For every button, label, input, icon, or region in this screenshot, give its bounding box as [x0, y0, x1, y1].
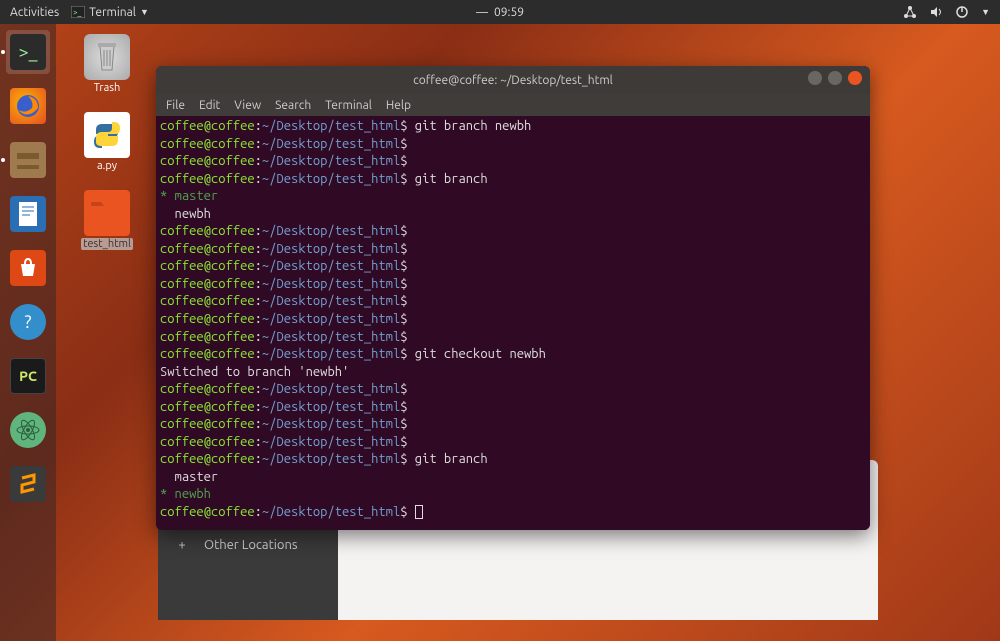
volume-icon[interactable]	[929, 5, 943, 19]
window-close-button[interactable]	[848, 71, 862, 85]
menu-view[interactable]: View	[234, 99, 261, 112]
terminal-line: coffee@coffee:~/Desktop/test_html$ git b…	[160, 451, 866, 469]
launcher-sublime[interactable]	[6, 462, 50, 506]
sidebar-item-other[interactable]: + Other Locations	[158, 530, 338, 560]
terminal-line: coffee@coffee:~/Desktop/test_html$	[160, 329, 866, 347]
terminal-line: coffee@coffee:~/Desktop/test_html$ git b…	[160, 118, 866, 136]
menu-edit[interactable]: Edit	[199, 99, 220, 112]
desktop-icons: Trash a.py test_html	[72, 34, 142, 250]
launcher-dock: >_ ? PC	[0, 24, 56, 641]
sublime-icon	[10, 466, 46, 502]
terminal-line: coffee@coffee:~/Desktop/test_html$	[160, 416, 866, 434]
menu-help[interactable]: Help	[386, 99, 411, 112]
terminal-line: coffee@coffee:~/Desktop/test_html$	[160, 434, 866, 452]
firefox-icon	[10, 88, 46, 124]
shopping-bag-icon	[10, 250, 46, 286]
desktop-icon-label: a.py	[95, 160, 119, 172]
terminal-menubar: File Edit View Search Terminal Help	[156, 94, 870, 116]
menu-search[interactable]: Search	[275, 99, 311, 112]
launcher-pycharm[interactable]: PC	[6, 354, 50, 398]
atom-icon	[10, 412, 46, 448]
chevron-down-icon: ▼	[140, 7, 149, 17]
terminal-icon: >_	[71, 6, 85, 18]
terminal-line: coffee@coffee:~/Desktop/test_html$	[160, 381, 866, 399]
activities-button[interactable]: Activities	[10, 6, 59, 19]
menu-terminal[interactable]: Terminal	[325, 99, 372, 112]
terminal-icon: >_	[10, 34, 46, 70]
terminal-line: coffee@coffee:~/Desktop/test_html$ git b…	[160, 171, 866, 189]
terminal-line: * master	[160, 188, 866, 206]
help-icon: ?	[10, 304, 46, 340]
terminal-line: Switched to branch 'newbh'	[160, 364, 866, 382]
terminal-line: coffee@coffee:~/Desktop/test_html$ git c…	[160, 346, 866, 364]
trash-icon	[84, 34, 130, 80]
terminal-line: coffee@coffee:~/Desktop/test_html$	[160, 399, 866, 417]
terminal-line: coffee@coffee:~/Desktop/test_html$	[160, 241, 866, 259]
desktop-icon-trash[interactable]: Trash	[72, 34, 142, 94]
desktop-icon-test-html[interactable]: test_html	[72, 190, 142, 250]
terminal-window: coffee@coffee: ~/Desktop/test_html File …	[156, 66, 870, 530]
launcher-files[interactable]	[6, 138, 50, 182]
terminal-line: coffee@coffee:~/Desktop/test_html$	[160, 258, 866, 276]
terminal-line: coffee@coffee:~/Desktop/test_html$	[160, 276, 866, 294]
svg-text:>_: >_	[73, 8, 82, 17]
launcher-firefox[interactable]	[6, 84, 50, 128]
launcher-software[interactable]	[6, 246, 50, 290]
document-icon	[10, 196, 46, 232]
clock-time: 09:59	[494, 6, 524, 19]
launcher-help[interactable]: ?	[6, 300, 50, 344]
window-maximize-button[interactable]	[828, 71, 842, 85]
terminal-line: * newbh	[160, 486, 866, 504]
terminal-line: coffee@coffee:~/Desktop/test_html$	[160, 293, 866, 311]
folder-icon	[84, 190, 130, 236]
chevron-down-icon: ▼	[981, 7, 990, 17]
terminal-line: coffee@coffee:~/Desktop/test_html$	[160, 504, 866, 522]
launcher-terminal[interactable]: >_	[6, 30, 50, 74]
app-indicator[interactable]: >_ Terminal ▼	[71, 6, 149, 19]
sidebar-item-label: Other Locations	[204, 538, 298, 552]
window-minimize-button[interactable]	[808, 71, 822, 85]
terminal-line: coffee@coffee:~/Desktop/test_html$	[160, 153, 866, 171]
launcher-writer[interactable]	[6, 192, 50, 236]
launcher-atom[interactable]	[6, 408, 50, 452]
terminal-line: coffee@coffee:~/Desktop/test_html$	[160, 223, 866, 241]
terminal-line: master	[160, 469, 866, 487]
desktop-icon-apy[interactable]: a.py	[72, 112, 142, 172]
power-icon[interactable]	[955, 5, 969, 19]
files-icon	[10, 142, 46, 178]
window-title: coffee@coffee: ~/Desktop/test_html	[413, 74, 613, 87]
clock[interactable]: —09:59	[476, 6, 524, 19]
cursor	[415, 505, 423, 519]
plus-icon: +	[174, 538, 190, 552]
pycharm-icon: PC	[10, 358, 46, 394]
window-titlebar[interactable]: coffee@coffee: ~/Desktop/test_html	[156, 66, 870, 94]
app-indicator-label: Terminal	[89, 6, 136, 19]
desktop-icon-label: test_html	[81, 238, 133, 250]
terminal-line: coffee@coffee:~/Desktop/test_html$	[160, 311, 866, 329]
python-file-icon	[84, 112, 130, 158]
desktop-icon-label: Trash	[92, 82, 123, 94]
terminal-line: coffee@coffee:~/Desktop/test_html$	[160, 136, 866, 154]
gnome-top-bar: Activities >_ Terminal ▼ —09:59 ▼	[0, 0, 1000, 24]
network-icon[interactable]	[903, 5, 917, 19]
terminal-line: newbh	[160, 206, 866, 224]
menu-file[interactable]: File	[166, 99, 185, 112]
terminal-body[interactable]: coffee@coffee:~/Desktop/test_html$ git b…	[156, 116, 870, 530]
